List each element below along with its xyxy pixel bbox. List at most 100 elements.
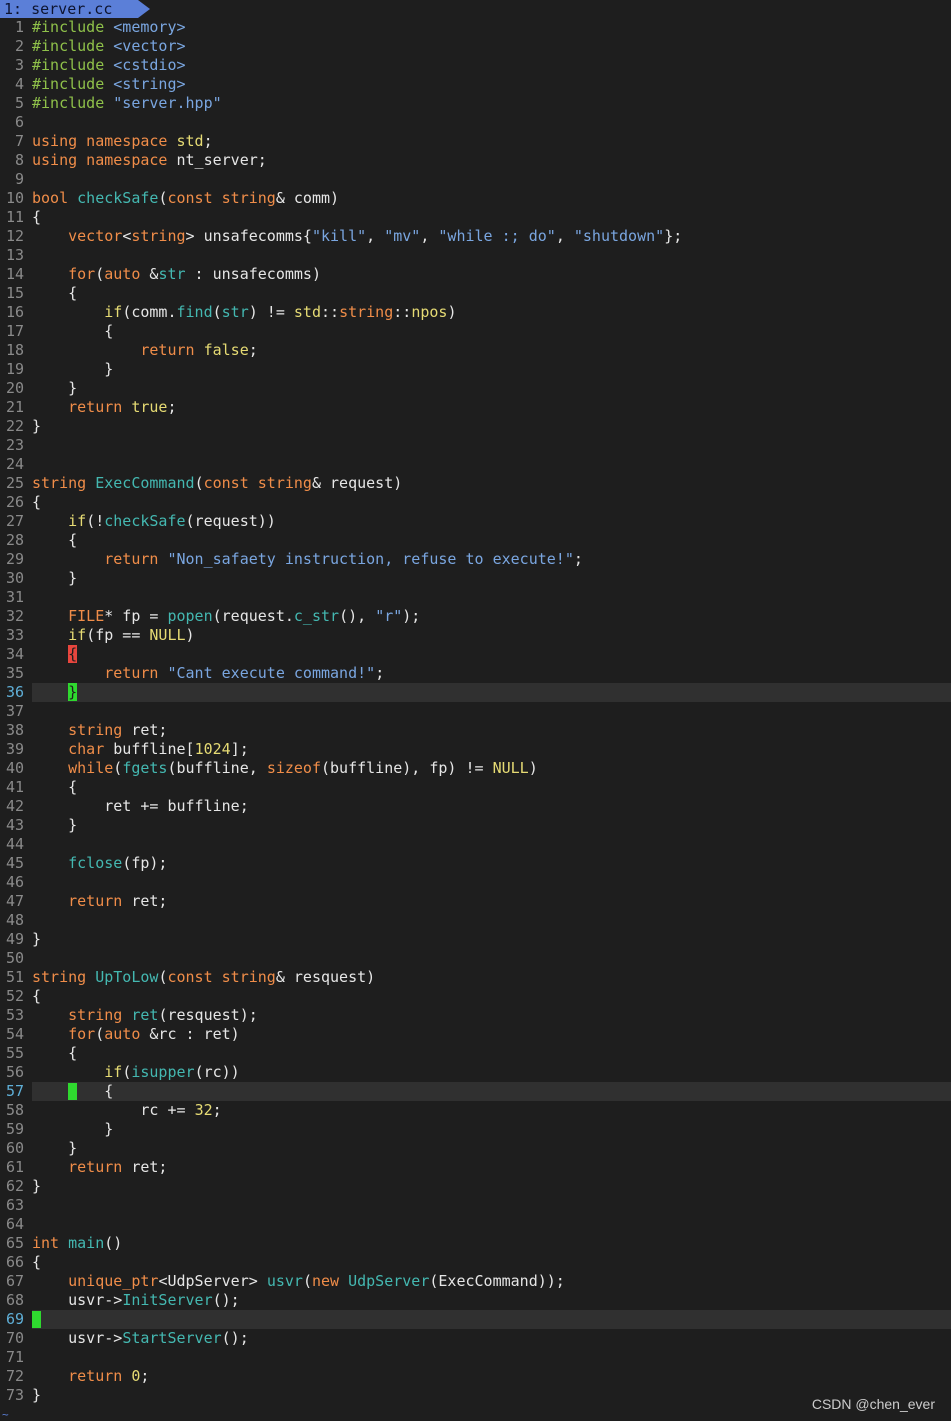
- code-line[interactable]: 13: [0, 246, 951, 265]
- code-line[interactable]: 26 {: [0, 493, 951, 512]
- code-line[interactable]: 11 {: [0, 208, 951, 227]
- code-line[interactable]: 71: [0, 1348, 951, 1367]
- code-editor[interactable]: 1 #include <memory> 2 #include <vector> 3 #in…: [0, 18, 951, 1405]
- code-token: main: [68, 1234, 105, 1252]
- code-token: popen: [167, 607, 213, 625]
- code-token: int: [32, 1234, 69, 1252]
- code-line[interactable]: 36 }: [0, 683, 951, 702]
- code-line[interactable]: 33 if(fp == NULL): [0, 626, 951, 645]
- code-line[interactable]: 64: [0, 1215, 951, 1234]
- code-line[interactable]: 17 {: [0, 322, 951, 341]
- code-line[interactable]: 67 unique_ptr<UdpServer> usvr(new UdpSer…: [0, 1272, 951, 1291]
- code-line[interactable]: 49}: [0, 930, 951, 949]
- code-line[interactable]: 70 usvr->StartServer();: [0, 1329, 951, 1348]
- line-code: string UpToLow(const string& resquest): [32, 968, 951, 987]
- code-line[interactable]: 50: [0, 949, 951, 968]
- code-line[interactable]: 4 #include <string>: [0, 75, 951, 94]
- code-line[interactable]: 1 #include <memory>: [0, 18, 951, 37]
- code-line[interactable]: 51 string UpToLow(const string& resquest): [0, 968, 951, 987]
- code-line[interactable]: 24: [0, 455, 951, 474]
- code-line[interactable]: 30 }: [0, 569, 951, 588]
- code-line[interactable]: 38 string ret;: [0, 721, 951, 740]
- code-line[interactable]: 27 if(!checkSafe(request)): [0, 512, 951, 531]
- code-line[interactable]: 65 int main(): [0, 1234, 951, 1253]
- code-line[interactable]: 73}: [0, 1386, 951, 1405]
- line-code: FILE* fp = popen(request.c_str(), "r");: [32, 607, 951, 626]
- tab-server-cc[interactable]: 1: server.cc: [0, 0, 150, 18]
- line-code: return false;: [32, 341, 951, 360]
- code-line[interactable]: 2 #include <vector>: [0, 37, 951, 56]
- line-number: 31: [5, 588, 24, 606]
- code-line[interactable]: 57 {: [0, 1082, 951, 1101]
- code-line[interactable]: 53 string ret(resquest);: [0, 1006, 951, 1025]
- code-line[interactable]: 48: [0, 911, 951, 930]
- code-line[interactable]: 16 if(comm.find(str) != std::string::npo…: [0, 303, 951, 322]
- code-line[interactable]: 68 usvr->InitServer();: [0, 1291, 951, 1310]
- code-line[interactable]: 18 return false;: [0, 341, 951, 360]
- code-line[interactable]: 72 return 0;: [0, 1367, 951, 1386]
- code-token: * fp =: [104, 607, 168, 625]
- code-line[interactable]: 5 #include "server.hpp": [0, 94, 951, 113]
- code-line[interactable]: 56 if(isupper(rc)): [0, 1063, 951, 1082]
- code-token: FILE: [68, 607, 105, 625]
- code-line[interactable]: 7 using namespace std;: [0, 132, 951, 151]
- code-line[interactable]: 21 return true;: [0, 398, 951, 417]
- code-line[interactable]: 22}: [0, 417, 951, 436]
- code-line[interactable]: 66 {: [0, 1253, 951, 1272]
- code-line[interactable]: 37: [0, 702, 951, 721]
- code-line[interactable]: 23: [0, 436, 951, 455]
- code-line[interactable]: 19 }: [0, 360, 951, 379]
- code-line[interactable]: 43 }: [0, 816, 951, 835]
- code-token: }: [32, 1120, 114, 1138]
- code-line[interactable]: 63: [0, 1196, 951, 1215]
- code-line[interactable]: 47 return ret;: [0, 892, 951, 911]
- code-line[interactable]: 14 for(auto &str : unsafecomms): [0, 265, 951, 284]
- code-line[interactable]: 25 string ExecCommand(const string& reque…: [0, 474, 951, 493]
- line-number: 40: [5, 759, 24, 777]
- code-token: for: [68, 265, 96, 283]
- code-line[interactable]: 3 #include <cstdio>: [0, 56, 951, 75]
- code-token: bool: [32, 189, 78, 207]
- code-line[interactable]: 39 char buffline[1024];: [0, 740, 951, 759]
- code-line[interactable]: 31: [0, 588, 951, 607]
- code-line[interactable]: 60 }: [0, 1139, 951, 1158]
- code-token: buffline[: [113, 740, 195, 758]
- code-line[interactable]: 15 {: [0, 284, 951, 303]
- code-line[interactable]: 28 {: [0, 531, 951, 550]
- code-line[interactable]: 20 }: [0, 379, 951, 398]
- code-line[interactable]: 55 {: [0, 1044, 951, 1063]
- code-line[interactable]: 59 }: [0, 1120, 951, 1139]
- code-line[interactable]: 35 return "Cant execute command!";: [0, 664, 951, 683]
- code-line[interactable]: 52 {: [0, 987, 951, 1006]
- code-line[interactable]: 29 return "Non_safaety instruction, refu…: [0, 550, 951, 569]
- code-line[interactable]: 34 {: [0, 645, 951, 664]
- code-line[interactable]: 32 FILE* fp = popen(request.c_str(), "r"…: [0, 607, 951, 626]
- line-code: }: [32, 816, 951, 835]
- code-token: return: [68, 892, 132, 910]
- code-line[interactable]: 40 while(fgets(buffline, sizeof(buffline…: [0, 759, 951, 778]
- code-line[interactable]: 10 bool checkSafe(const string& comm): [0, 189, 951, 208]
- code-line[interactable]: 44: [0, 835, 951, 854]
- code-line[interactable]: 54 for(auto &rc : ret): [0, 1025, 951, 1044]
- code-line[interactable]: 9: [0, 170, 951, 189]
- code-token: }: [32, 1177, 42, 1195]
- line-number: 21: [5, 398, 24, 416]
- code-line[interactable]: 62}: [0, 1177, 951, 1196]
- code-token: {: [77, 1082, 114, 1100]
- code-line[interactable]: 6: [0, 113, 951, 132]
- code-line[interactable]: 46: [0, 873, 951, 892]
- code-line[interactable]: 12 vector<string> unsafecomms{"kill", "m…: [0, 227, 951, 246]
- code-line[interactable]: 45 fclose(fp);: [0, 854, 951, 873]
- code-token: NULL: [492, 759, 529, 777]
- line-code: ret += buffline;: [32, 797, 951, 816]
- code-line[interactable]: 41 {: [0, 778, 951, 797]
- code-line[interactable]: 8 using namespace nt_server;: [0, 151, 951, 170]
- line-number: 20: [5, 379, 24, 397]
- code-line[interactable]: 61 return ret;: [0, 1158, 951, 1177]
- code-line[interactable]: 42 ret += buffline;: [0, 797, 951, 816]
- code-line[interactable]: 69: [0, 1310, 951, 1329]
- code-line[interactable]: 58 rc += 32;: [0, 1101, 951, 1120]
